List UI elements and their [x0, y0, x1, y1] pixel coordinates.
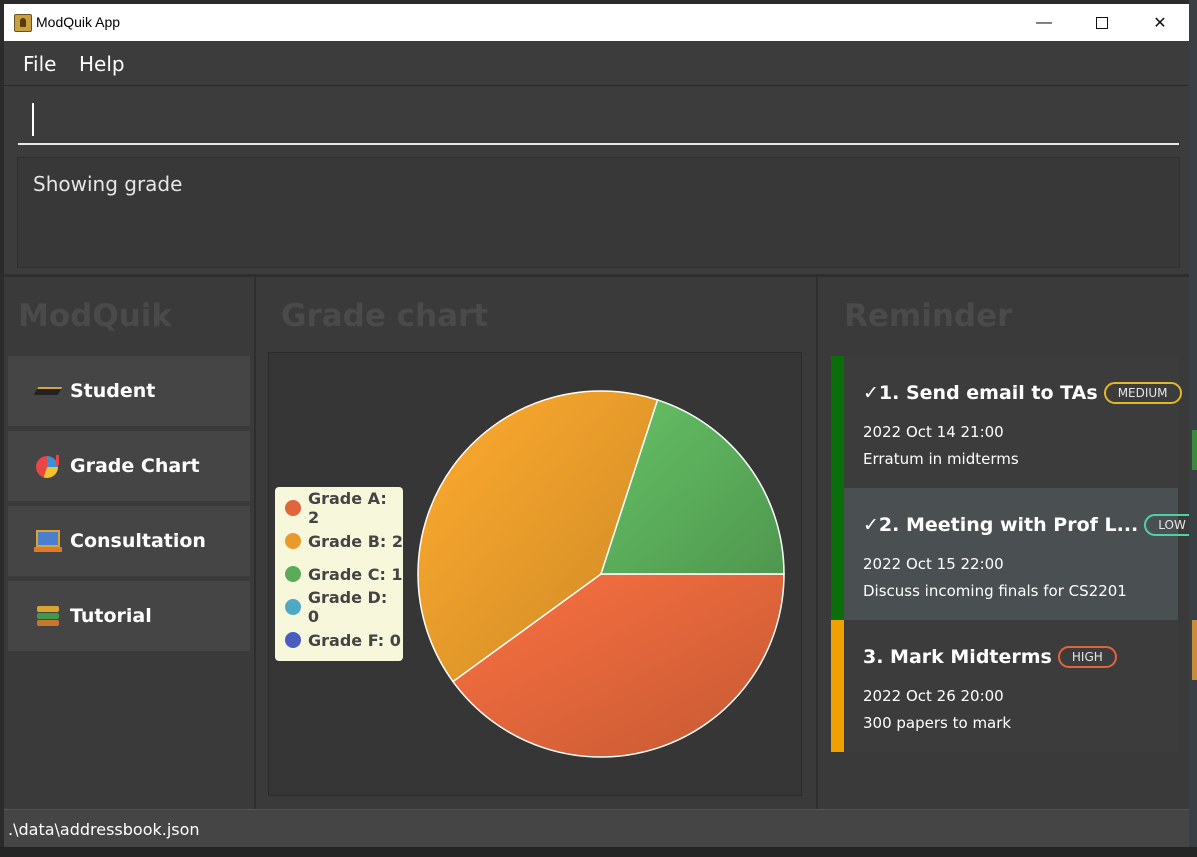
legend-item: Grade B: 2 — [285, 530, 403, 552]
reminder-description: 300 papers to mark — [863, 714, 1012, 732]
legend-item: Grade C: 1 — [285, 563, 403, 585]
graduation-cap-icon — [33, 378, 64, 404]
app-window: ModQuik App — ✕ File Help Showing grade … — [4, 4, 1189, 847]
result-text: Showing grade — [33, 172, 183, 196]
reminder-status-stripe — [831, 356, 844, 488]
reminder-date: 2022 Oct 14 21:00 — [863, 423, 1004, 441]
legend-swatch — [285, 566, 301, 582]
app-icon — [14, 14, 32, 32]
nav-item-label: Consultation — [70, 530, 206, 552]
legend-swatch — [285, 599, 301, 615]
chart-legend: Grade A: 2 Grade B: 2 Grade C: 1 Grade D: 0… — [275, 487, 403, 661]
reminder-title: Reminder — [844, 298, 1013, 334]
legend-label: Grade F: 0 — [308, 630, 401, 650]
nav-item-label: Student — [70, 380, 156, 402]
reminder-card[interactable]: ✓2. Meeting with Prof L... LOW 2022 Oct 1… — [831, 488, 1189, 620]
reminder-card[interactable]: 3. Mark Midterms HIGH 2022 Oct 26 20:00 3… — [831, 620, 1178, 752]
minimize-icon: — — [1036, 13, 1052, 31]
nav-item-grade-chart[interactable]: Grade Chart — [8, 431, 250, 501]
nav-item-label: Tutorial — [70, 605, 152, 627]
legend-item: Grade D: 0 — [285, 588, 403, 626]
grade-chart-title: Grade chart — [281, 298, 489, 334]
nav-item-consultation[interactable]: Consultation — [8, 506, 250, 576]
close-button[interactable]: ✕ — [1131, 4, 1189, 41]
classroom-icon — [34, 528, 64, 554]
pie-chart-icon — [34, 453, 64, 479]
reminder-status-stripe — [831, 620, 844, 752]
legend-swatch — [285, 533, 301, 549]
legend-label: Grade A: 2 — [307, 489, 387, 527]
legend-label: Grade B: 2 — [308, 531, 403, 551]
title-bar[interactable]: ModQuik App — ✕ — [4, 4, 1189, 41]
result-display[interactable]: Showing grade — [17, 157, 1180, 268]
reminder-heading: ✓2. Meeting with Prof L... LOW — [863, 514, 1189, 536]
priority-badge: LOW — [1144, 514, 1189, 536]
nav-item-tutorial[interactable]: Tutorial — [8, 581, 250, 651]
reminder-description: Discuss incoming finals for CS2201 — [863, 582, 1127, 600]
legend-label: Grade C: 1 — [308, 564, 403, 584]
reminder-panel: Reminder ✓1. Send email to TAs MEDIUM 202… — [818, 277, 1189, 809]
legend-swatch — [285, 632, 301, 648]
reminder-card[interactable]: ✓1. Send email to TAs MEDIUM 2022 Oct 14 … — [831, 356, 1182, 488]
text-caret — [32, 103, 34, 136]
nav-item-student[interactable]: Student — [8, 356, 250, 426]
legend-label: Grade D: 0 — [307, 588, 388, 626]
close-icon: ✕ — [1153, 14, 1167, 32]
legend-swatch — [285, 500, 301, 516]
priority-badge: MEDIUM — [1103, 382, 1182, 404]
legend-item: Grade A: 2 — [285, 489, 403, 527]
reminder-date: 2022 Oct 26 20:00 — [863, 687, 1004, 705]
reminder-title-text: 3. Mark Midterms — [863, 646, 1052, 668]
nav-item-label: Grade Chart — [70, 455, 200, 477]
books-icon — [34, 603, 64, 629]
nav-title: ModQuik — [18, 298, 173, 334]
reminder-status-stripe — [831, 488, 844, 620]
menu-bar: File Help — [4, 41, 1189, 86]
desktop-background-strip — [1189, 0, 1197, 857]
maximize-icon — [1096, 16, 1108, 29]
chart-area: Grade A: 2 Grade B: 2 Grade C: 1 Grade D: 0… — [268, 352, 802, 796]
reminder-title-text: ✓1. Send email to TAs — [863, 382, 1098, 404]
reminder-heading: ✓1. Send email to TAs MEDIUM — [863, 382, 1182, 404]
window-title: ModQuik App — [36, 14, 121, 30]
minimize-button[interactable]: — — [1015, 4, 1073, 41]
desktop-bottom-strip — [0, 847, 1197, 857]
priority-badge: HIGH — [1057, 646, 1117, 668]
reminder-heading: 3. Mark Midterms HIGH — [863, 646, 1117, 668]
reminder-title-text: ✓2. Meeting with Prof L... — [863, 514, 1139, 536]
data-file-path: .\data\addressbook.json — [8, 820, 200, 839]
nav-panel: ModQuik Student Grade Chart Consultation… — [4, 277, 254, 809]
command-input[interactable] — [18, 97, 1179, 145]
legend-item: Grade F: 0 — [285, 629, 401, 651]
reminder-date: 2022 Oct 15 22:00 — [863, 555, 1004, 573]
status-bar: .\data\addressbook.json — [4, 809, 1189, 847]
reminder-description: Erratum in midterms — [863, 450, 1019, 468]
menu-help[interactable]: Help — [79, 52, 125, 76]
maximize-button[interactable] — [1073, 4, 1131, 41]
menu-file[interactable]: File — [23, 52, 56, 76]
grade-chart-panel: Grade chart Grade A: 2 Grade B: 2 Grade C:… — [256, 277, 816, 809]
